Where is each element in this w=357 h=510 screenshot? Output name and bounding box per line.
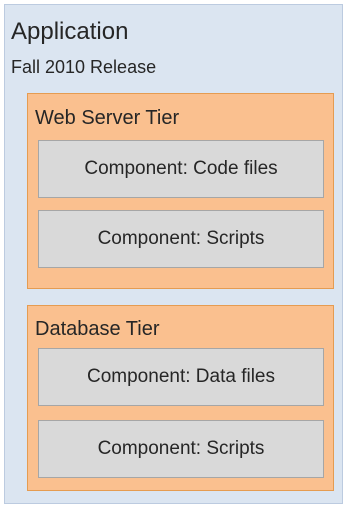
component-code-files: Component: Code files	[38, 140, 324, 198]
database-tier: Database Tier Component: Data files Comp…	[27, 305, 334, 491]
application-subtitle: Fall 2010 Release	[11, 57, 157, 77]
component-scripts: Component: Scripts	[38, 210, 324, 268]
tier-title: Web Server Tier	[35, 107, 180, 129]
web-server-tier: Web Server Tier Component: Code files Co…	[27, 93, 334, 289]
component-data-files: Component: Data files	[38, 348, 324, 406]
application-title: Application	[11, 18, 129, 45]
application-box: Application Fall 2010 Release Web Server…	[4, 4, 343, 504]
component-scripts: Component: Scripts	[38, 420, 324, 478]
tier-title: Database Tier	[35, 318, 160, 340]
